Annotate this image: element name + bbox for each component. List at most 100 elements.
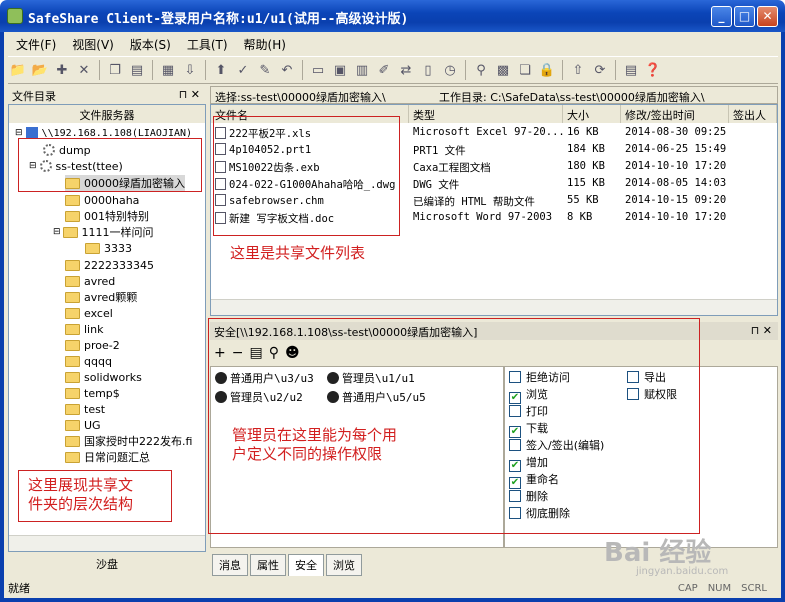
tree-item[interactable]: solidworks [65,369,142,385]
tree-item[interactable]: 日常问题汇总 [65,449,150,465]
close-button[interactable]: ✕ [757,6,778,27]
pane-pin-close[interactable]: ⊓ ✕ [751,324,772,337]
tab-properties[interactable]: 属性 [250,554,286,576]
preview-icon[interactable]: ▭ [308,60,328,80]
watermark-logo: Bai 经验 [604,538,712,568]
tab-messages[interactable]: 消息 [212,554,248,576]
history-icon[interactable]: ▥ [352,60,372,80]
tab-browse[interactable]: 浏览 [326,554,362,576]
file-pane-header: 选择:ss-test\00000绿盾加密输入\ 工作目录: C:\SafeDat… [210,86,778,104]
tree-item[interactable]: proe-2 [65,337,120,353]
column-header-type[interactable]: 类型 [409,105,563,123]
selection-path: 选择:ss-test\00000绿盾加密输入\ [215,91,386,104]
menu-view[interactable]: 视图(V) [64,34,122,54]
column-header-size[interactable]: 大小 [563,105,621,123]
annotation-tree-text: 这里展现共享文 件夹的层次结构 [28,476,134,513]
folder-view-icon[interactable]: ▩ [493,60,513,80]
maximize-button[interactable]: □ [734,6,755,27]
open-folder-icon[interactable]: 📂 [30,60,50,80]
folder-icon [65,435,80,447]
delete-icon[interactable]: ✕ [74,60,94,80]
column-header-checkout-by[interactable]: 签出人 [729,105,777,123]
annotation-security-text: 管理员在这里能为每个用 户定义不同的操作权限 [232,426,398,463]
refresh-icon[interactable]: ⟳ [590,60,610,80]
folder-icon [65,291,80,303]
folder-icon [65,210,80,222]
minimize-button[interactable]: _ [711,6,732,27]
folder-icon [65,259,80,271]
tree-item[interactable]: excel [65,305,113,321]
tree-item[interactable]: ⊟ 1111一样问问 [53,224,154,240]
toolbar-separator [302,60,303,80]
tree-item[interactable]: link [65,321,103,337]
help-icon[interactable]: ❓ [643,60,663,80]
tree-item[interactable]: 3333 [85,240,132,256]
folder-icon [85,242,100,254]
tree-item[interactable]: 2222333345 [65,257,154,273]
menu-file[interactable]: 文件(F) [8,34,64,54]
document-icon[interactable]: ▯ [418,60,438,80]
tree-item[interactable]: 001特别特别 [65,208,149,224]
toolbar-separator [562,60,563,80]
toolbar-separator [615,60,616,80]
menu-version[interactable]: 版本(S) [122,34,179,54]
pane-pin-close[interactable]: ⊓ ✕ [179,88,200,101]
copy-view-icon[interactable]: ❏ [515,60,535,80]
folder-icon [65,323,80,335]
folder-icon [65,451,80,463]
clock-icon[interactable]: ◷ [440,60,460,80]
folder-icon [65,275,80,287]
save-icon[interactable]: ▣ [330,60,350,80]
tab-security[interactable]: 安全 [288,554,324,576]
download-icon[interactable]: ⇩ [180,60,200,80]
checkout-icon[interactable]: ⬆ [211,60,231,80]
annotation-files-text: 这里是共享文件列表 [230,244,366,262]
app-icon [7,8,23,24]
tree-horizontal-scrollbar[interactable] [9,535,205,551]
status-text: 就绪 [8,582,30,595]
folder-icon [65,371,80,383]
tree-item[interactable]: qqqq [65,353,112,369]
tree-item[interactable]: test [65,401,105,417]
workdir-path: 工作目录: C:\SafeData\ss-test\00000绿盾加密输入\ [439,91,705,104]
num-indicator: NUM [707,582,732,594]
annotation-box-tree [18,138,202,192]
annotation-box-files [213,116,400,236]
tree-item[interactable]: avred [65,273,115,289]
tree-item[interactable]: 0000haha [65,192,139,208]
upload-icon[interactable]: ⇧ [568,60,588,80]
tree-item[interactable]: temp$ [65,385,120,401]
settings-icon[interactable]: ▤ [621,60,641,80]
caps-indicator: CAP [677,582,698,594]
paste-icon[interactable]: ▤ [127,60,147,80]
edit-icon[interactable]: ✎ [255,60,275,80]
file-list-horizontal-scrollbar[interactable] [211,299,777,315]
folder-icon [62,226,78,238]
menu-bar: 文件(F) 视图(V) 版本(S) 工具(T) 帮助(H) [8,34,294,54]
window-title: SafeShare Client-登录用户名称:u1/u1(试用--高级设计版) [28,12,409,27]
tree-item[interactable]: UG [65,417,101,433]
column-header-modified[interactable]: 修改/签出时间 [621,105,729,123]
lock-icon[interactable]: 🔒 [537,60,557,80]
toolbar-separator [152,60,153,80]
menu-tools[interactable]: 工具(T) [179,34,236,54]
folder-icon [65,403,80,415]
copy-icon[interactable]: ❐ [105,60,125,80]
toolbar-separator [205,60,206,80]
folder-icon [65,419,80,431]
compare-icon[interactable]: ⇄ [396,60,416,80]
undo-icon[interactable]: ↶ [277,60,297,80]
clipboard-icon[interactable]: ▦ [158,60,178,80]
tree-item[interactable]: 国家授时中222发布.fi [65,433,192,449]
search-icon[interactable]: ⚲ [471,60,491,80]
tree-item[interactable]: avred颗颗 [65,289,137,305]
menu-help[interactable]: 帮助(H) [236,34,294,54]
note-icon[interactable]: ✐ [374,60,394,80]
toolbar-separator [465,60,466,80]
new-folder-icon[interactable]: 📁 [8,60,28,80]
main-toolbar: 📁 📂 ✚ ✕ ❐ ▤ ▦ ⇩ ⬆ ✓ ✎ ↶ ▭ ▣ ▥ ✐ ⇄ ▯ ◷ ⚲ … [8,56,778,84]
checkin-icon[interactable]: ✓ [233,60,253,80]
left-pane-header: 文件目录 ⊓ ✕ [8,86,206,104]
add-file-icon[interactable]: ✚ [52,60,72,80]
sandbox-label[interactable]: 沙盘 [8,556,206,574]
